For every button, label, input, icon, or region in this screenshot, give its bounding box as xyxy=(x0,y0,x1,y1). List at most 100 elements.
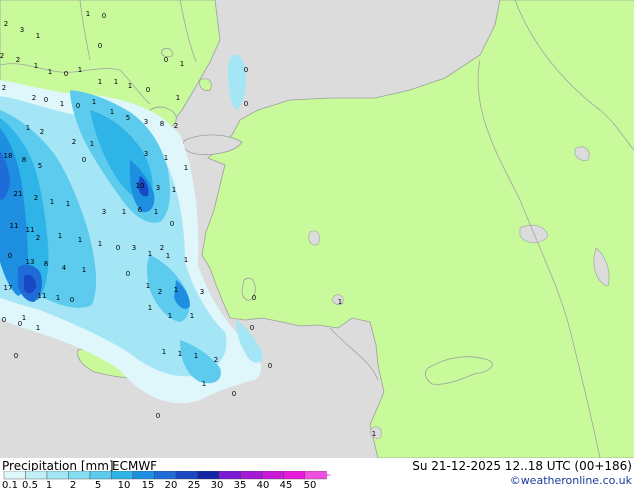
map-value-label: 0 xyxy=(244,100,248,108)
map-value-label: 0 xyxy=(250,324,254,332)
legend-color-swatch xyxy=(132,471,155,480)
map-value-label: 1 xyxy=(122,208,126,216)
map-value-label: 1 xyxy=(92,98,96,106)
legend-tick-label: 10 xyxy=(117,480,131,491)
map-value-label: 0 xyxy=(44,96,48,104)
map-value-label: 6 xyxy=(138,206,143,214)
valid-time: Su 21-12-2025 12..18 UTC (00+186) xyxy=(412,459,632,473)
legend-tick-label: 0.5 xyxy=(22,480,38,491)
map-value-label: 1 xyxy=(372,430,376,438)
map-value-label: 3 xyxy=(132,244,136,252)
legend-color-swatch xyxy=(25,471,48,480)
map-value-label: 3 xyxy=(200,288,204,296)
map-value-label: 1 xyxy=(184,256,188,264)
legend-color-swatch xyxy=(46,471,69,480)
map-value-label: 1 xyxy=(174,286,178,294)
legend-tick-label: 0.1 xyxy=(2,480,18,491)
map-value-label: 2 xyxy=(174,122,178,130)
map-value-label: 2 xyxy=(40,128,44,136)
legend-tick-label: 35 xyxy=(233,480,247,491)
map-value-label: 1 xyxy=(202,380,206,388)
map-value-label: 1 xyxy=(168,312,172,320)
map-value-label: 0 xyxy=(268,362,272,370)
map-value-label: 0 xyxy=(98,42,102,50)
map-value-label: 0 xyxy=(14,352,18,360)
legend-tick-label: 15 xyxy=(141,480,155,491)
map-value-label: 2 xyxy=(34,194,38,202)
map-value-label: 5 xyxy=(126,114,130,122)
precipitation-map: 2 3 1 1 0 2 2 1 0 1 0 1 1 2 0 0 1 1 1 0 … xyxy=(0,0,634,458)
map-value-label: 1 xyxy=(98,240,102,248)
map-value-label: 1 xyxy=(98,78,102,86)
map-value-label: 1 xyxy=(60,100,64,108)
map-value-label: 3 xyxy=(144,150,148,158)
map-value-label: 1 xyxy=(110,108,114,116)
map-value-label: 1 xyxy=(86,10,90,18)
map-value-label: 1 xyxy=(50,198,54,206)
map-value-label: 0 xyxy=(8,252,12,260)
legend-tick-label: 25 xyxy=(187,480,201,491)
map-value-label: 0 xyxy=(170,220,174,228)
map-value-label: 2 xyxy=(16,56,20,64)
map-value-label: 0 xyxy=(76,102,80,110)
map-value-label: 2 xyxy=(72,138,76,146)
legend-color-swatch xyxy=(154,471,177,480)
map-value-label: 3 xyxy=(144,118,148,126)
map-value-label: 0 xyxy=(64,70,68,78)
map-value-label: 1 xyxy=(22,314,26,322)
map-value-label: 0 xyxy=(102,12,106,20)
map-value-label: 2 xyxy=(160,244,164,252)
map-value-label: 1 xyxy=(82,266,86,274)
map-value-label: 1 xyxy=(164,154,168,162)
legend-color-swatch xyxy=(261,471,284,480)
map-value-label: 1 xyxy=(180,60,184,68)
map-value-label: 1 xyxy=(90,140,94,148)
map-value-label: 0 xyxy=(116,244,120,252)
legend-color-swatch xyxy=(218,471,241,480)
map-value-label: 1 xyxy=(338,298,342,306)
map-value-label: 1 xyxy=(48,68,52,76)
legend-color-swatch xyxy=(111,471,134,480)
legend-tick-label: 2 xyxy=(69,480,77,491)
map-value-label: 1 xyxy=(78,66,82,74)
legend-color-swatch xyxy=(283,471,306,480)
legend-tick-label: 20 xyxy=(164,480,178,491)
map-value-label: 10 xyxy=(136,182,145,190)
legend-tick-label: 40 xyxy=(256,480,270,491)
map-value-label: 8 xyxy=(44,260,48,268)
map-value-label: 1 xyxy=(128,82,132,90)
map-value-label: 11 xyxy=(26,226,35,234)
map-value-label: 0 xyxy=(82,156,86,164)
legend-color-swatch xyxy=(89,471,112,480)
map-value-label: 0 xyxy=(252,294,256,302)
map-value-label: 3 xyxy=(20,26,24,34)
map-value-label: 8 xyxy=(22,156,26,164)
map-value-label: 1 xyxy=(66,200,70,208)
map-value-label: 1 xyxy=(194,352,198,360)
map-value-label: 1 xyxy=(78,236,82,244)
map-value-label: 1 xyxy=(36,32,40,40)
map-value-label: 21 xyxy=(14,190,23,198)
map-value-label: 0 xyxy=(156,412,160,420)
map-value-label: 3 xyxy=(102,208,106,216)
credit-link[interactable]: ©weatheronline.co.uk xyxy=(510,474,632,487)
legend-color-swatch xyxy=(3,471,26,480)
map-value-label: 2 xyxy=(0,52,4,60)
legend-color-swatch xyxy=(175,471,198,480)
map-value-label: 2 xyxy=(158,288,162,296)
legend-tick-label: 45 xyxy=(279,480,293,491)
map-value-label: 18 xyxy=(4,152,13,160)
map-value-label: 0 xyxy=(146,86,150,94)
map-value-label: 1 xyxy=(154,208,158,216)
map-value-label: 0 xyxy=(70,296,74,304)
map-value-label: 1 xyxy=(36,324,40,332)
legend-tick-label: 30 xyxy=(210,480,224,491)
legend-footer: Precipitation [mm] ECMWF Su 21-12-2025 1… xyxy=(0,458,634,491)
map-value-label: 5 xyxy=(38,162,42,170)
map-value-label: 1 xyxy=(56,294,60,302)
map-value-label: 1 xyxy=(190,312,194,320)
map-value-label: 1 xyxy=(146,282,150,290)
map-value-label: 2 xyxy=(36,234,40,242)
legend-tick-label: 5 xyxy=(94,480,102,491)
map-value-label: 13 xyxy=(26,258,35,266)
